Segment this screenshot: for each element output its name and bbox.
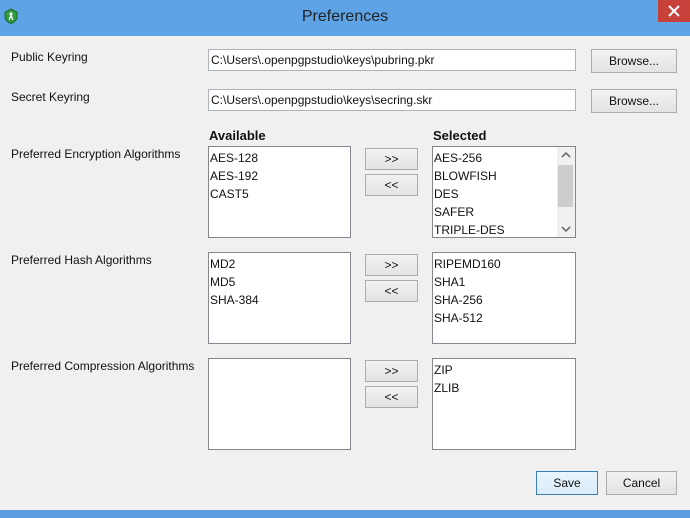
- list-item[interactable]: MD5: [210, 273, 350, 291]
- preferences-window: Preferences Public Keyring C:\Users\.ope…: [0, 0, 690, 518]
- close-button[interactable]: [658, 0, 690, 22]
- hash-selected-list[interactable]: RIPEMD160 SHA1 SHA-256 SHA-512: [432, 252, 576, 344]
- encryption-available-list[interactable]: AES-128 AES-192 CAST5: [208, 146, 351, 238]
- selected-header: Selected: [433, 128, 487, 143]
- list-item[interactable]: ZLIB: [434, 379, 575, 397]
- window-bottom-border: [0, 510, 690, 518]
- list-item[interactable]: SHA1: [434, 273, 575, 291]
- scroll-up-button[interactable]: [557, 147, 575, 164]
- secret-keyring-label: Secret Keyring: [11, 90, 90, 104]
- secret-keyring-field[interactable]: C:\Users\.openpgpstudio\keys\secring.skr: [208, 89, 576, 111]
- close-icon: [668, 5, 680, 17]
- encryption-selected-list[interactable]: AES-256 BLOWFISH DES SAFER TRIPLE-DES: [432, 146, 576, 238]
- hash-add-button[interactable]: >>: [365, 254, 418, 276]
- list-item[interactable]: SHA-512: [434, 309, 575, 327]
- compression-add-button[interactable]: >>: [365, 360, 418, 382]
- public-keyring-browse-button[interactable]: Browse...: [591, 49, 677, 73]
- list-item[interactable]: CAST5: [210, 185, 350, 203]
- title-bar[interactable]: Preferences: [0, 0, 690, 36]
- list-item[interactable]: MD2: [210, 255, 350, 273]
- public-keyring-field[interactable]: C:\Users\.openpgpstudio\keys\pubring.pkr: [208, 49, 576, 71]
- cancel-button[interactable]: Cancel: [606, 471, 677, 495]
- list-item[interactable]: ZIP: [434, 361, 575, 379]
- compression-selected-list[interactable]: ZIP ZLIB: [432, 358, 576, 450]
- save-button[interactable]: Save: [536, 471, 598, 495]
- chevron-down-icon: [561, 226, 571, 233]
- window-title: Preferences: [301, 8, 389, 25]
- list-item[interactable]: DES: [434, 185, 575, 203]
- encryption-add-button[interactable]: >>: [365, 148, 418, 170]
- list-item[interactable]: SHA-384: [210, 291, 350, 309]
- list-item[interactable]: AES-128: [210, 149, 350, 167]
- list-item[interactable]: SAFER: [434, 203, 575, 221]
- secret-keyring-browse-button[interactable]: Browse...: [591, 89, 677, 113]
- compression-available-list[interactable]: [208, 358, 351, 450]
- available-header: Available: [209, 128, 266, 143]
- encryption-remove-button[interactable]: <<: [365, 174, 418, 196]
- list-item[interactable]: BLOWFISH: [434, 167, 575, 185]
- hash-remove-button[interactable]: <<: [365, 280, 418, 302]
- chevron-up-icon: [561, 151, 571, 158]
- scroll-thumb[interactable]: [558, 165, 573, 207]
- scroll-down-button[interactable]: [557, 220, 575, 237]
- list-item[interactable]: AES-256: [434, 149, 575, 167]
- compression-remove-button[interactable]: <<: [365, 386, 418, 408]
- compression-label: Preferred Compression Algorithms: [11, 359, 195, 373]
- list-item[interactable]: SHA-256: [434, 291, 575, 309]
- list-item[interactable]: TRIPLE-DES: [434, 221, 575, 237]
- hash-label: Preferred Hash Algorithms: [11, 253, 152, 267]
- hash-available-list[interactable]: MD2 MD5 SHA-384: [208, 252, 351, 344]
- encryption-label: Preferred Encryption Algorithms: [11, 147, 181, 161]
- encryption-selected-scrollbar[interactable]: [557, 147, 575, 237]
- list-item[interactable]: AES-192: [210, 167, 350, 185]
- list-item[interactable]: RIPEMD160: [434, 255, 575, 273]
- public-keyring-label: Public Keyring: [11, 50, 88, 64]
